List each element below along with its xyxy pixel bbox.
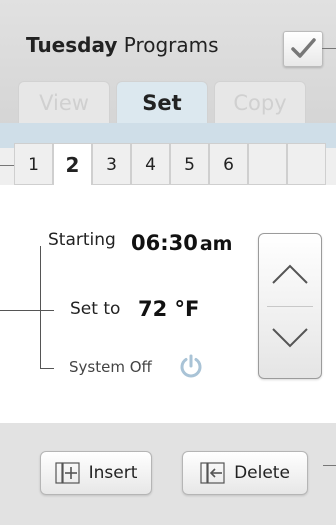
tab-view[interactable]: View	[18, 81, 110, 124]
program-tab-4[interactable]: 4	[131, 143, 170, 185]
start-time[interactable]: 06:30 am	[131, 231, 232, 255]
confirm-button[interactable]	[283, 31, 323, 67]
program-tab-6[interactable]: 6	[209, 143, 248, 185]
callout-line	[322, 48, 336, 49]
insert-icon	[55, 462, 80, 484]
callout-line	[0, 310, 40, 311]
title-suffix: Programs	[123, 33, 219, 57]
set-to-label: Set to	[70, 299, 121, 319]
tree-connector	[40, 246, 41, 368]
checkmark-icon	[291, 38, 316, 58]
starting-label: Starting	[48, 230, 116, 250]
day-label: Tuesday	[26, 33, 118, 57]
chevron-up-icon	[272, 264, 308, 284]
tree-connector	[40, 368, 54, 369]
delete-button[interactable]: Delete	[182, 451, 308, 495]
value-stepper	[258, 233, 322, 379]
callout-line	[323, 465, 336, 466]
decrease-button[interactable]	[259, 307, 321, 379]
start-time-ampm: am	[199, 233, 233, 255]
power-icon[interactable]	[177, 352, 205, 380]
mode-tabs: View Set Copy	[18, 81, 306, 124]
program-tab-5[interactable]: 5	[170, 143, 209, 185]
delete-icon	[200, 462, 225, 484]
header-area: Tuesday Programs View Set Copy	[0, 0, 336, 125]
callout-line	[0, 165, 14, 166]
chevron-down-icon	[272, 328, 308, 348]
program-tab-1[interactable]: 1	[14, 143, 53, 185]
system-off-label: System Off	[69, 358, 152, 376]
tree-connector	[40, 310, 54, 311]
start-time-value: 06:30	[131, 231, 198, 255]
tab-copy[interactable]: Copy	[214, 81, 306, 124]
program-tab-3[interactable]: 3	[92, 143, 131, 185]
program-tab-8[interactable]	[287, 143, 326, 185]
program-tab-2[interactable]: 2	[53, 143, 92, 186]
page-title: Tuesday Programs	[26, 33, 219, 57]
delete-label: Delete	[234, 463, 290, 483]
insert-label: Insert	[88, 463, 138, 483]
increase-button[interactable]	[259, 234, 321, 306]
thermostat-program-screen: Tuesday Programs View Set Copy 1 2 3 4 5…	[0, 0, 336, 525]
program-tab-7[interactable]	[248, 143, 287, 185]
tab-set[interactable]: Set	[116, 81, 208, 124]
insert-button[interactable]: Insert	[40, 451, 152, 495]
setpoint-value[interactable]: 72 °F	[138, 297, 199, 321]
program-tabs: 1 2 3 4 5 6	[14, 143, 326, 186]
